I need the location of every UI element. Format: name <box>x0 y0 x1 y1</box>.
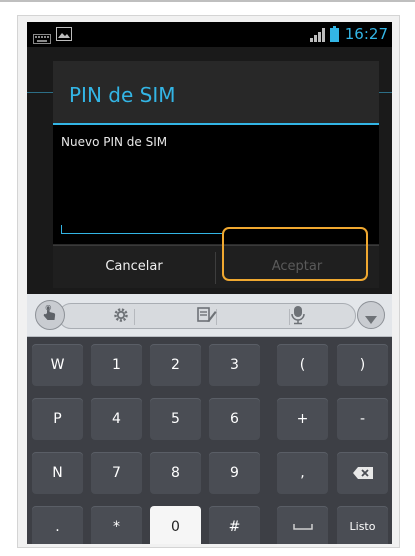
key-8[interactable]: 8 <box>150 452 201 494</box>
gear-icon[interactable] <box>112 306 130 328</box>
accept-button-highlight <box>222 227 368 281</box>
keyboard: W 1 2 3 ( ) P 4 5 6 + - N 7 8 9 , . * 0 … <box>27 294 392 544</box>
cancel-button[interactable]: Cancelar <box>53 246 215 288</box>
key-5[interactable]: 5 <box>150 398 201 440</box>
key-plus[interactable]: + <box>277 398 328 440</box>
status-bar: 16:27 <box>27 22 392 47</box>
key-4[interactable]: 4 <box>91 398 142 440</box>
key-open-paren[interactable]: ( <box>277 344 328 386</box>
done-key[interactable]: Listo <box>337 506 388 544</box>
key-comma[interactable]: , <box>277 452 328 494</box>
keyboard-toolbar <box>27 294 392 337</box>
hide-keyboard-button[interactable] <box>357 301 385 329</box>
key-hash[interactable]: # <box>209 506 260 544</box>
key-6[interactable]: 6 <box>209 398 260 440</box>
space-key[interactable] <box>277 506 328 544</box>
new-pin-field[interactable] <box>61 225 222 234</box>
keyboard-notification-icon <box>33 29 51 48</box>
new-pin-label: Nuevo PIN de SIM <box>61 135 168 149</box>
key-p[interactable]: P <box>32 398 83 440</box>
key-3[interactable]: 3 <box>209 344 260 386</box>
battery-icon <box>330 26 339 46</box>
edit-icon[interactable] <box>197 306 217 328</box>
key-2[interactable]: 2 <box>150 344 201 386</box>
image-notification-icon <box>56 26 72 45</box>
dialog-titlebar: PIN de SIM <box>53 61 379 124</box>
dialog-title: PIN de SIM <box>69 83 176 107</box>
space-icon <box>292 519 313 535</box>
phone-screen: 16:27 PIN de SIM Nuevo PIN de SIM Cancel… <box>27 22 392 544</box>
toolbar-separator <box>134 309 135 325</box>
key-w[interactable]: W <box>32 344 83 386</box>
top-divider <box>0 0 415 2</box>
key-close-paren[interactable]: ) <box>337 344 388 386</box>
backspace-icon <box>352 465 374 481</box>
mic-icon[interactable] <box>291 305 305 329</box>
hand-button[interactable] <box>35 300 65 330</box>
key-n[interactable]: N <box>32 452 83 494</box>
key-asterisk[interactable]: * <box>91 506 142 544</box>
status-time: 16:27 <box>344 25 388 43</box>
key-1[interactable]: 1 <box>91 344 142 386</box>
key-0[interactable]: 0 <box>150 506 201 544</box>
key-9[interactable]: 9 <box>209 452 260 494</box>
signal-icon <box>310 27 326 46</box>
backspace-key[interactable] <box>337 452 388 494</box>
chevron-down-icon <box>365 310 377 329</box>
hand-icon <box>42 304 58 327</box>
key-minus[interactable]: - <box>337 398 388 440</box>
key-period[interactable]: . <box>32 506 83 544</box>
key-7[interactable]: 7 <box>91 452 142 494</box>
toolbar-separator <box>289 309 290 325</box>
